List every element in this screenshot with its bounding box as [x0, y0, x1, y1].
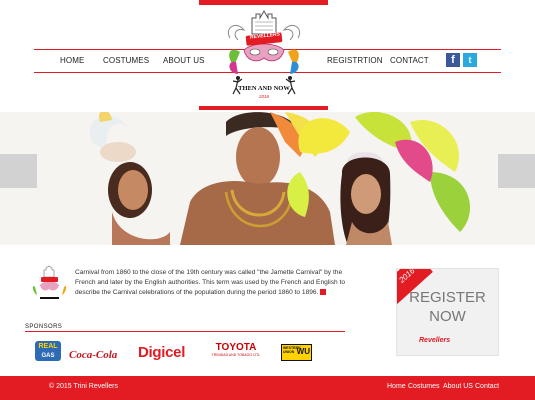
real-gas-logo: REAL GAS [35, 341, 61, 361]
nav-costumes[interactable]: COSTUMES [103, 56, 149, 65]
logo-tagline: THEN AND NOW [238, 85, 290, 92]
footer-link-contact[interactable]: Contact [475, 383, 499, 390]
top-accent-bar [199, 0, 328, 5]
real-gas-sub: GAS [41, 353, 55, 359]
register-now-card[interactable]: 2016 REGISTER NOW Revellers [396, 268, 499, 356]
footer-link-home[interactable]: Home [387, 383, 406, 390]
footer-link-about-us[interactable]: About US [443, 383, 473, 390]
intro-paragraph: Carnival from 1860 to the close of the 1… [75, 268, 357, 297]
hero-image [0, 112, 535, 245]
footer-copyright: © 2015 Trini Revellers [49, 383, 118, 390]
hero-banner [0, 112, 535, 245]
logo-year: 2016 [258, 94, 269, 99]
sponsors-heading: SPONSORS [25, 324, 63, 330]
nav-contact[interactable]: CONTACT [390, 56, 429, 65]
site-logo[interactable]: REVELLERS THEN AND NOW 2016 [222, 8, 306, 103]
nav-home[interactable]: HOME [60, 56, 84, 65]
real-gas-name: REAL [38, 343, 58, 350]
coca-cola-logo: Coca-Cola [69, 349, 118, 361]
sponsor-coca-cola[interactable]: Coca-Cola [69, 345, 117, 363]
sponsors-rule [25, 331, 345, 332]
digicel-logo: Digicel [138, 344, 186, 361]
read-more-button[interactable] [320, 288, 327, 295]
footer-link-costumes[interactable]: Costumes [408, 383, 440, 390]
toyota-sub: TRINIDAD AND TOBAGO LTD. [211, 353, 261, 357]
nav-registration[interactable]: REGISTRTION [327, 56, 383, 65]
slider-prev-button[interactable] [0, 154, 37, 188]
logo-underline-bar [199, 106, 328, 110]
nav-about-us[interactable]: ABOUT US [163, 56, 205, 65]
western-union-logo: WESTERN UNION WU [282, 345, 311, 360]
slider-next-button[interactable] [498, 154, 535, 188]
intro-logo [31, 265, 68, 305]
western-union-mark: WU [296, 347, 310, 356]
sponsor-real-gas[interactable]: REAL GAS [35, 341, 61, 361]
register-brand: Revellers [419, 337, 451, 344]
sponsor-western-union[interactable]: WESTERN UNION WU [281, 344, 312, 361]
sponsor-digicel[interactable]: Digicel [138, 344, 185, 362]
intro-text: Carnival from 1860 to the close of the 1… [75, 269, 345, 296]
register-subtitle: NOW [429, 308, 466, 325]
register-title: REGISTER [409, 289, 486, 306]
twitter-icon[interactable]: t [463, 53, 477, 67]
intro-logo-graphic [32, 265, 67, 301]
facebook-icon[interactable]: f [446, 53, 460, 67]
toyota-logo: TOYOTA [215, 342, 257, 353]
sponsor-toyota[interactable]: TOYOTA TRINIDAD AND TOBAGO LTD. [206, 342, 266, 357]
